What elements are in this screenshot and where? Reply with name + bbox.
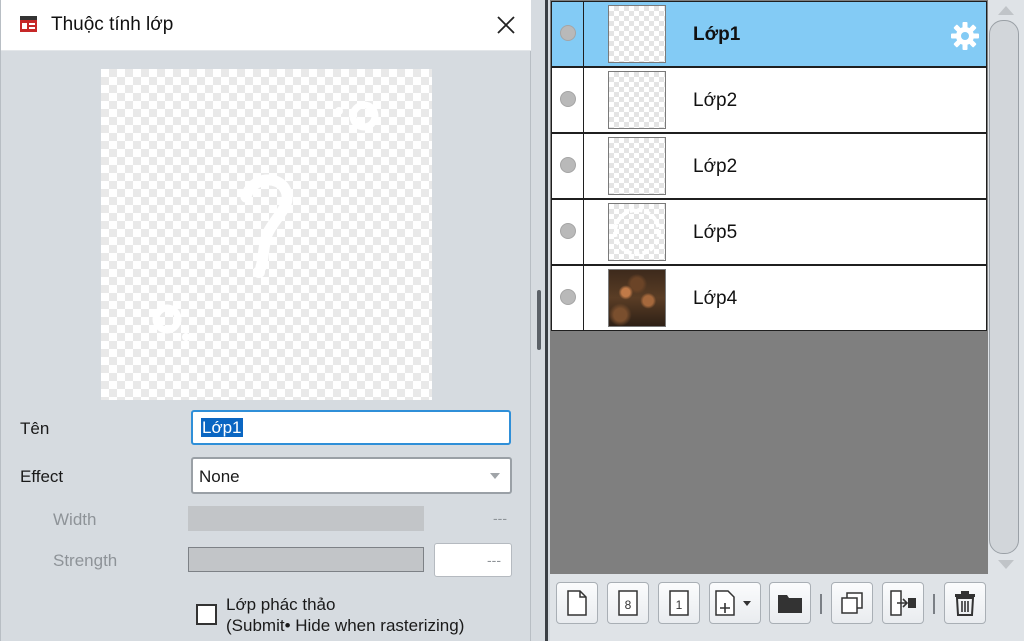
visibility-dot-icon[interactable] [560,91,576,107]
duplicate-layer-icon[interactable] [839,590,865,616]
dialog-titlebar: Thuộc tính lớp [1,0,531,51]
new-layer-icon[interactable] [564,589,590,617]
svg-text:8: 8 [625,598,632,612]
svg-text:1: 1 [676,598,683,612]
layer-thumbnail [608,269,666,327]
merge-down-icon[interactable] [888,589,918,617]
visibility-dot-icon[interactable] [560,157,576,173]
layer-row[interactable]: Lớp5 [551,199,987,265]
width-label: Width [53,510,97,529]
layer-name: Lớp5 [693,222,738,243]
strength-slider [188,547,424,572]
scroll-down-arrow-icon[interactable] [998,560,1014,569]
visibility-toggle[interactable] [552,266,584,330]
layers-scrollbar[interactable] [988,0,1024,574]
preview-art [152,101,379,341]
gear-icon[interactable] [949,20,981,52]
visibility-toggle[interactable] [552,68,584,132]
draft-layer-label: Lớp phác thảo [226,595,336,614]
trash-icon[interactable] [952,589,978,617]
add-layer-dropdown-icon[interactable] [713,589,757,617]
scroll-up-arrow-icon[interactable] [998,6,1014,15]
close-button[interactable] [489,8,523,42]
effect-label: Effect [20,467,64,486]
new-folder-button[interactable] [769,582,811,624]
layers-toolbar: 8 1 [550,574,1024,641]
visibility-dot-icon[interactable] [560,223,576,239]
duplicate-layer-button[interactable] [831,582,873,624]
layer-row[interactable]: Lớp4 [551,265,987,331]
toolbar-separator [820,594,822,614]
visibility-toggle[interactable] [552,2,584,66]
strength-label: Strength [53,551,118,570]
strength-value-box: --- [434,543,512,577]
effect-select-value[interactable]: None [199,467,240,486]
layer-thumbnail [608,137,666,195]
layer-properties-dialog: Thuộc tính lớp Tên Lớp1 Effect None Widt… [0,0,531,641]
visibility-toggle[interactable] [552,134,584,198]
layer-row[interactable]: Lớp2 [551,133,987,199]
new-layer-button[interactable] [556,582,598,624]
effect-select[interactable]: None [191,457,512,494]
layer-name: Lớp2 [693,156,738,177]
app-icon [20,16,37,32]
layers-panel: Lớp1 Lớp2 Lớp2 Lớp5 Lớp4 [550,0,988,574]
new-1bit-layer-button[interactable]: 1 [658,582,700,624]
dialog-title: Thuộc tính lớp [51,14,174,35]
splitter-edge [545,0,548,641]
draft-layer-note: (Submit• Hide when rasterizing) [226,616,465,635]
folder-icon[interactable] [776,591,804,615]
width-value: --- [493,510,507,526]
draft-layer-checkbox[interactable] [196,604,217,625]
layer-thumbnail [608,5,666,63]
name-input[interactable]: Lớp1 [191,410,511,445]
visibility-toggle[interactable] [552,200,584,264]
chevron-down-icon[interactable] [490,473,500,479]
visibility-dot-icon[interactable] [560,289,576,305]
new-8bit-layer-button[interactable]: 8 [607,582,649,624]
close-icon[interactable] [496,15,516,35]
layer-name: Lớp2 [693,90,738,111]
layer-row[interactable]: Lớp1 [551,1,987,67]
merge-down-button[interactable] [882,582,924,624]
layer-1bit-icon[interactable]: 1 [666,589,692,617]
name-input-value[interactable]: Lớp1 [201,418,243,437]
toolbar-separator [933,594,935,614]
splitter-grip[interactable] [537,290,541,350]
panel-splitter[interactable] [531,0,550,641]
visibility-dot-icon[interactable] [560,25,576,41]
name-label: Tên [20,419,50,438]
layer-thumbnail [608,203,666,261]
strength-value: --- [487,552,501,568]
delete-layer-button[interactable] [944,582,986,624]
scroll-thumb[interactable] [989,20,1019,554]
layer-8bit-icon[interactable]: 8 [615,589,641,617]
layer-row[interactable]: Lớp2 [551,67,987,133]
layer-name: Lớp4 [693,288,738,309]
width-slider [188,506,424,531]
layer-thumbnail [608,71,666,129]
layer-preview [101,69,432,400]
add-layer-dropdown-button[interactable] [709,582,761,624]
circle-thumb-art [613,208,661,256]
layer-name: Lớp1 [693,24,741,45]
